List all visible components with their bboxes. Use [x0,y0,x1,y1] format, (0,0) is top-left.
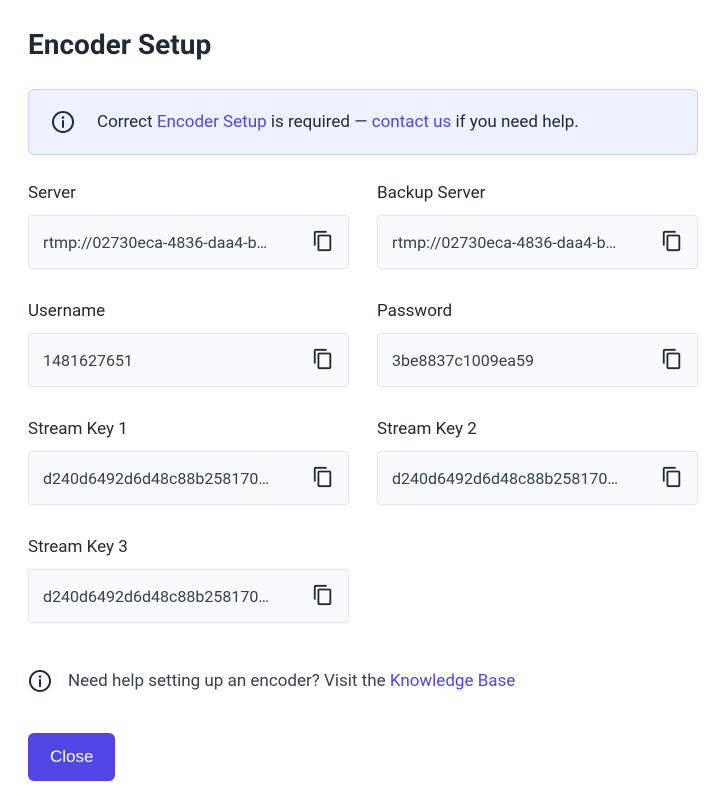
field-box-stream-key-1: d240d6492d6d48c88b258170… [28,451,349,505]
copy-button-backup-server[interactable] [661,230,683,255]
help-prefix: Need help setting up an encoder? Visit t… [68,671,390,691]
field-label-password: Password [377,301,698,321]
field-label-server: Server [28,183,349,203]
field-box-password: 3be8837c1009ea59 [377,333,698,387]
field-box-stream-key-2: d240d6492d6d48c88b258170… [377,451,698,505]
field-box-server: rtmp://02730eca-4836-daa4-b… [28,215,349,269]
field-stream-key-3: Stream Key 3 d240d6492d6d48c88b258170… [28,537,349,623]
alert-prefix: Correct [97,112,157,132]
copy-button-username[interactable] [312,348,334,373]
field-label-stream-key-1: Stream Key 1 [28,419,349,439]
field-stream-key-2: Stream Key 2 d240d6492d6d48c88b258170… [377,419,698,505]
field-label-stream-key-2: Stream Key 2 [377,419,698,439]
alert-suffix: if you need help. [451,112,578,132]
copy-button-stream-key-3[interactable] [312,584,334,609]
knowledge-base-link[interactable]: Knowledge Base [390,671,515,691]
field-value-stream-key-1: d240d6492d6d48c88b258170… [43,469,304,488]
info-icon [28,669,52,693]
field-box-backup-server: rtmp://02730eca-4836-daa4-b… [377,215,698,269]
copy-icon [312,230,334,255]
field-server: Server rtmp://02730eca-4836-daa4-b… [28,183,349,269]
copy-icon [661,348,683,373]
field-label-stream-key-3: Stream Key 3 [28,537,349,557]
contact-us-link[interactable]: contact us [372,112,452,132]
field-username: Username 1481627651 [28,301,349,387]
alert-text: Correct Encoder Setup is required — cont… [97,112,579,132]
field-value-username: 1481627651 [43,351,304,370]
copy-button-stream-key-2[interactable] [661,466,683,491]
copy-icon [312,466,334,491]
field-box-username: 1481627651 [28,333,349,387]
field-label-username: Username [28,301,349,321]
copy-button-server[interactable] [312,230,334,255]
help-text: Need help setting up an encoder? Visit t… [68,671,515,691]
field-grid: Server rtmp://02730eca-4836-daa4-b… Back… [28,183,698,623]
field-stream-key-1: Stream Key 1 d240d6492d6d48c88b258170… [28,419,349,505]
copy-icon [661,466,683,491]
help-row: Need help setting up an encoder? Visit t… [28,669,698,693]
copy-button-stream-key-1[interactable] [312,466,334,491]
copy-button-password[interactable] [661,348,683,373]
field-box-stream-key-3: d240d6492d6d48c88b258170… [28,569,349,623]
field-value-stream-key-3: d240d6492d6d48c88b258170… [43,587,304,606]
copy-icon [312,584,334,609]
page-title: Encoder Setup [28,28,698,61]
info-icon [51,110,75,134]
field-backup-server: Backup Server rtmp://02730eca-4836-daa4-… [377,183,698,269]
field-value-server: rtmp://02730eca-4836-daa4-b… [43,233,304,252]
copy-icon [312,348,334,373]
field-value-backup-server: rtmp://02730eca-4836-daa4-b… [392,233,653,252]
field-value-password: 3be8837c1009ea59 [392,351,653,370]
alert-banner: Correct Encoder Setup is required — cont… [28,89,698,155]
close-button[interactable]: Close [28,733,115,781]
field-value-stream-key-2: d240d6492d6d48c88b258170… [392,469,653,488]
empty-cell [377,537,698,623]
field-password: Password 3be8837c1009ea59 [377,301,698,387]
encoder-setup-link[interactable]: Encoder Setup [157,112,267,132]
alert-middle: is required — [267,112,372,132]
copy-icon [661,230,683,255]
field-label-backup-server: Backup Server [377,183,698,203]
